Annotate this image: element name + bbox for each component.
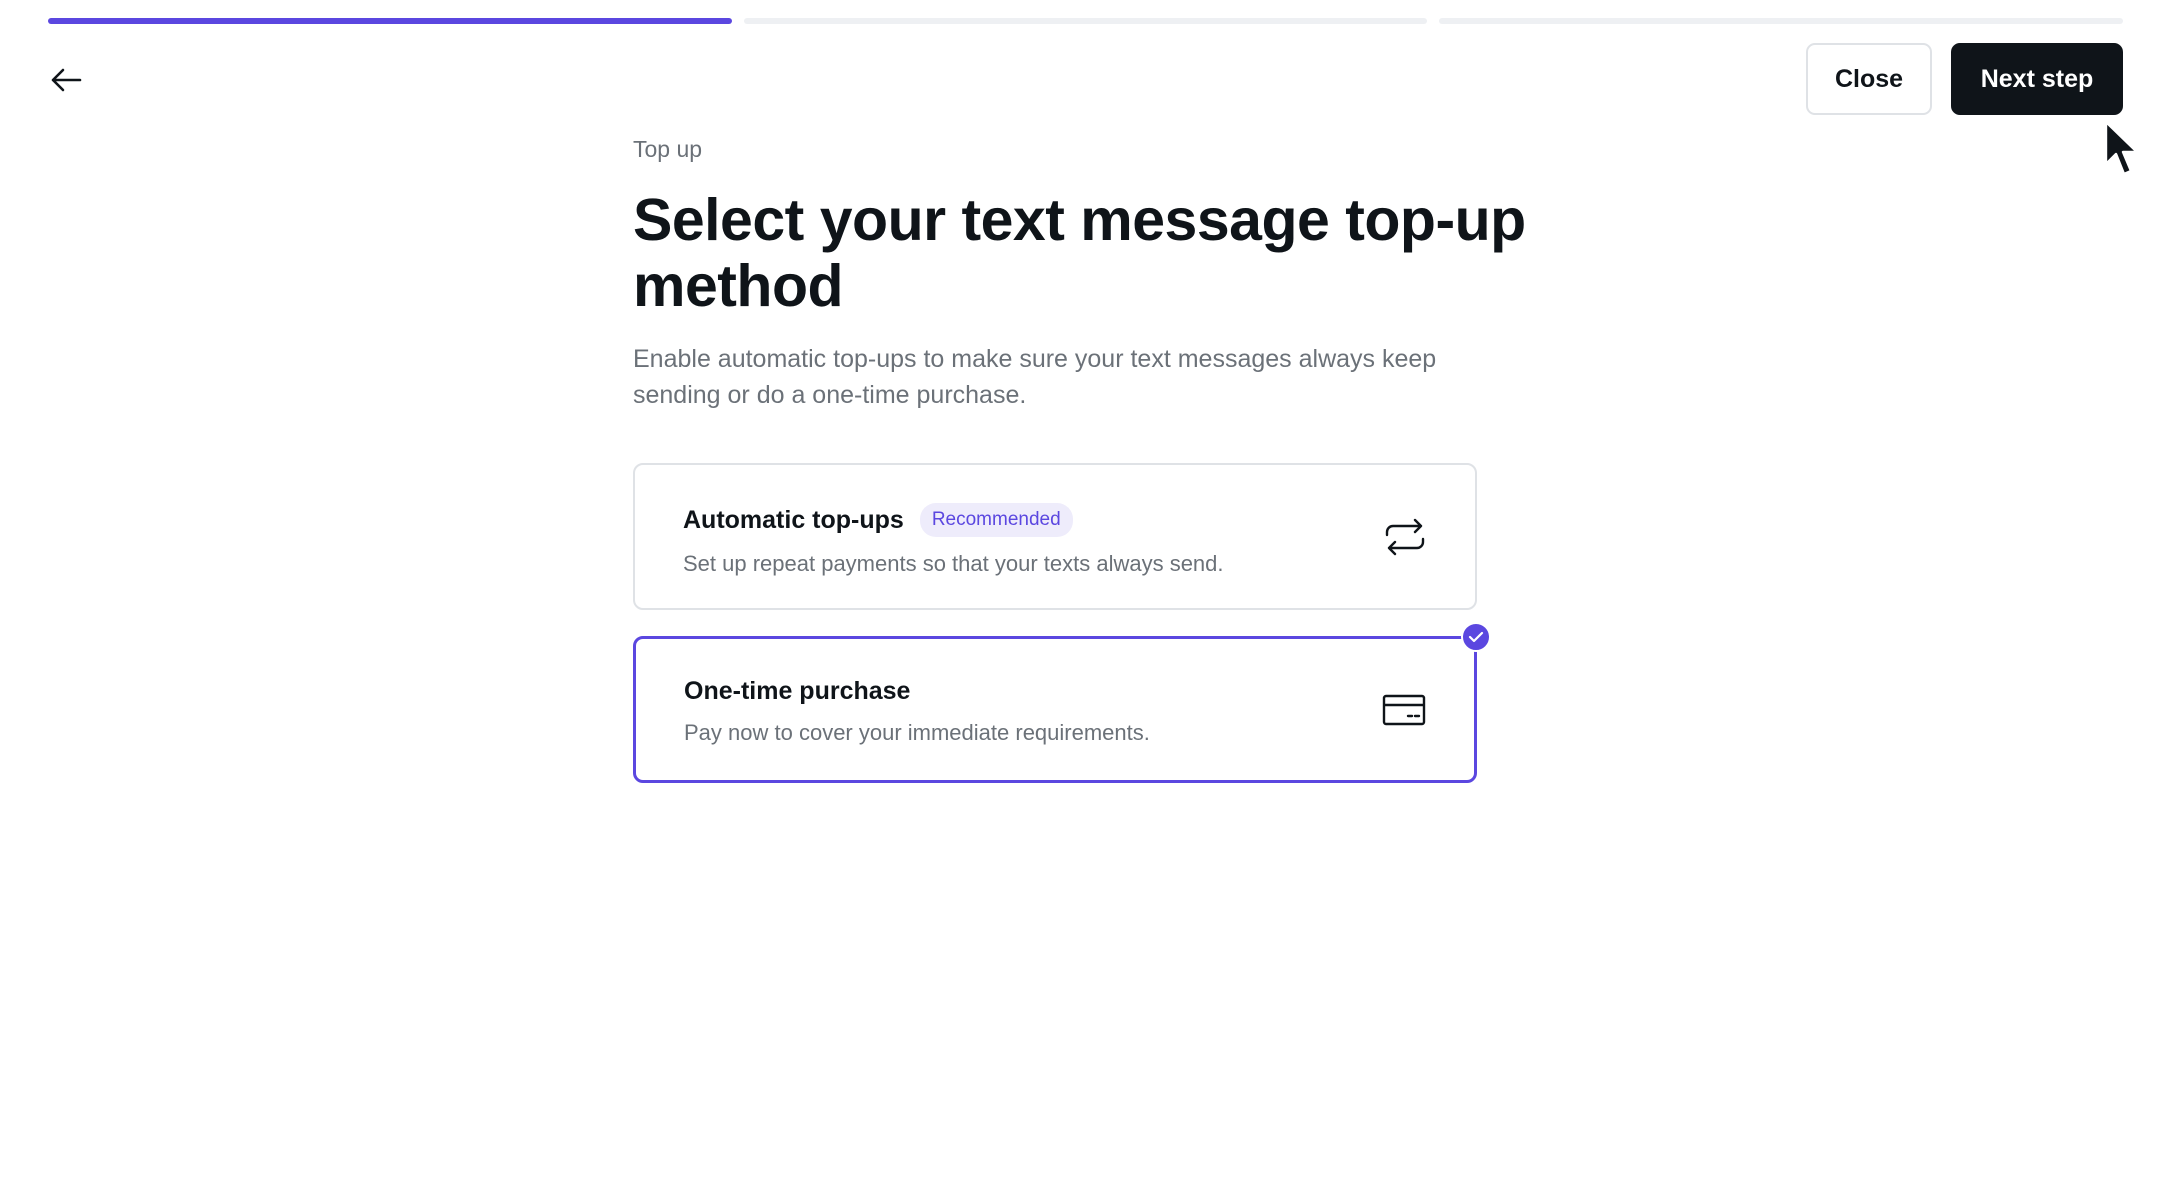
close-button[interactable]: Close <box>1806 43 1932 115</box>
arrow-left-icon <box>51 68 82 92</box>
back-button[interactable] <box>44 58 88 102</box>
selected-check-icon <box>1461 622 1491 652</box>
option-one-time-purchase[interactable]: One-time purchase Pay now to cover your … <box>633 622 1491 783</box>
progress-step-2 <box>743 18 1428 24</box>
page-subtitle: Enable automatic top-ups to make sure yo… <box>633 345 1437 409</box>
page-eyebrow: Top up <box>633 136 703 162</box>
step-progress-bar <box>48 18 2124 24</box>
page-title: Select your text message top-up method <box>633 187 1526 319</box>
option-description: Set up repeat payments so that your text… <box>683 551 1224 576</box>
recommended-badge: Recommended <box>919 503 1073 537</box>
progress-step-3 <box>1439 18 2124 24</box>
mouse-cursor-icon <box>2104 120 2139 176</box>
header-actions: Close Next step <box>1806 43 2123 115</box>
repeat-icon <box>1383 515 1427 559</box>
option-title: One-time purchase <box>684 677 911 705</box>
main-content: Top up Select your text message top-up m… <box>633 136 1533 809</box>
option-automatic-top-ups[interactable]: Automatic top-ups Recommended Set up rep… <box>633 463 1477 610</box>
option-title: Automatic top-ups <box>683 505 904 534</box>
progress-step-1 <box>48 18 732 24</box>
next-step-button[interactable]: Next step <box>1951 43 2123 115</box>
credit-card-icon <box>1382 688 1426 732</box>
option-description: Pay now to cover your immediate requirem… <box>684 720 1150 745</box>
